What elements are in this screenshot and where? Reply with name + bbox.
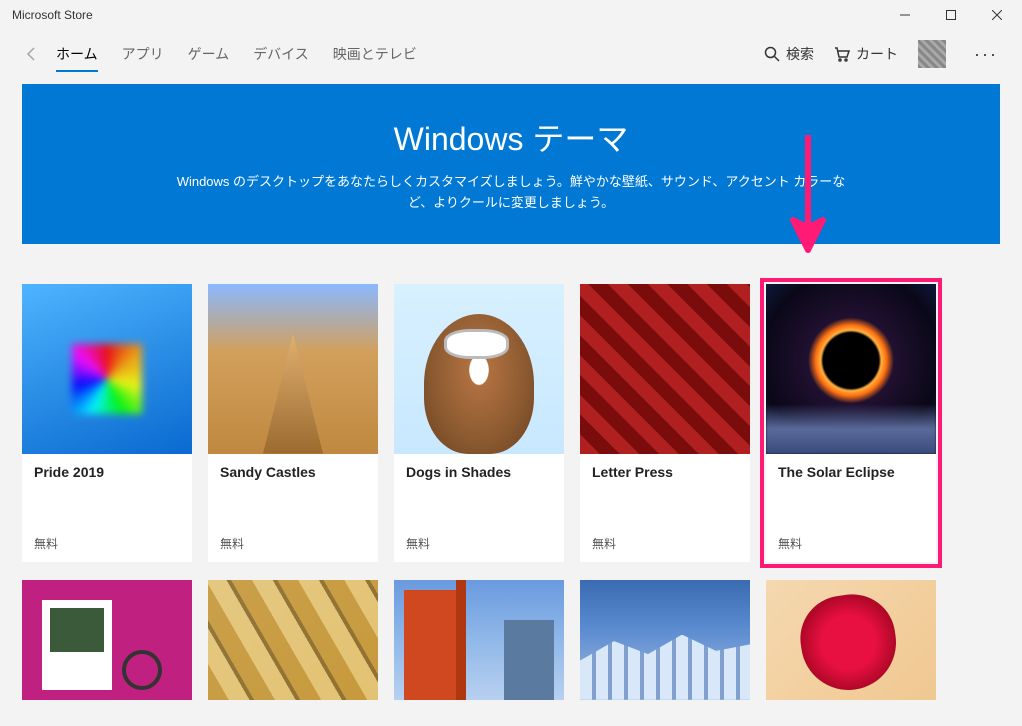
theme-card[interactable]: Sandy Castles 無料 <box>208 284 378 562</box>
theme-card[interactable] <box>208 580 378 700</box>
hero-banner: Windows テーマ Windows のデスクトップをあなたらしくカスタマイズ… <box>22 84 1000 244</box>
theme-price: 無料 <box>592 535 738 552</box>
nav-tab-apps[interactable]: アプリ <box>122 32 164 76</box>
theme-card[interactable] <box>766 580 936 700</box>
theme-thumbnail <box>394 284 564 454</box>
theme-card[interactable]: Letter Press 無料 <box>580 284 750 562</box>
theme-thumbnail <box>766 284 936 454</box>
back-button[interactable] <box>16 38 48 70</box>
close-button[interactable] <box>974 0 1020 30</box>
theme-thumbnail <box>208 284 378 454</box>
theme-card[interactable]: Dogs in Shades 無料 <box>394 284 564 562</box>
theme-card[interactable] <box>394 580 564 700</box>
theme-title: Pride 2019 <box>34 464 180 480</box>
search-icon <box>764 46 780 62</box>
nav-tab-games[interactable]: ゲーム <box>188 32 230 76</box>
window-title: Microsoft Store <box>12 8 882 22</box>
theme-price: 無料 <box>34 535 180 552</box>
theme-price: 無料 <box>406 535 552 552</box>
maximize-button[interactable] <box>928 0 974 30</box>
theme-card[interactable] <box>580 580 750 700</box>
hero-subtitle: Windows のデスクトップをあなたらしくカスタマイズしましょう。鮮やかな壁紙… <box>171 172 851 214</box>
theme-card-highlighted[interactable]: The Solar Eclipse 無料 <box>766 284 936 562</box>
theme-title: Letter Press <box>592 464 738 480</box>
theme-title: The Solar Eclipse <box>778 464 924 480</box>
header: ホーム アプリ ゲーム デバイス 映画とテレビ 検索 カート ··· <box>0 30 1022 78</box>
nav-tab-movies[interactable]: 映画とテレビ <box>333 32 417 76</box>
theme-grid-row2 <box>22 580 1000 700</box>
theme-price: 無料 <box>778 535 924 552</box>
theme-title: Dogs in Shades <box>406 464 552 480</box>
titlebar: Microsoft Store <box>0 0 1022 30</box>
theme-thumbnail <box>22 284 192 454</box>
theme-grid: Pride 2019 無料 Sandy Castles 無料 <box>22 284 1000 562</box>
content-area: Windows テーマ Windows のデスクトップをあなたらしくカスタマイズ… <box>0 78 1022 726</box>
minimize-button[interactable] <box>882 0 928 30</box>
theme-thumbnail <box>580 284 750 454</box>
nav-tabs: ホーム アプリ ゲーム デバイス 映画とテレビ <box>56 32 764 76</box>
cart-label: カート <box>856 44 898 64</box>
theme-card[interactable]: Pride 2019 無料 <box>22 284 192 562</box>
theme-card[interactable] <box>22 580 192 700</box>
search-button[interactable]: 検索 <box>764 44 814 64</box>
cart-button[interactable]: カート <box>834 44 898 64</box>
theme-title: Sandy Castles <box>220 464 366 480</box>
hero-title: Windows テーマ <box>82 114 940 160</box>
more-button[interactable]: ··· <box>966 44 1006 65</box>
avatar[interactable] <box>918 40 946 68</box>
cart-icon <box>834 46 850 62</box>
nav-tab-home[interactable]: ホーム <box>56 32 98 76</box>
theme-price: 無料 <box>220 535 366 552</box>
nav-tab-devices[interactable]: デバイス <box>253 32 309 76</box>
search-label: 検索 <box>786 44 814 64</box>
